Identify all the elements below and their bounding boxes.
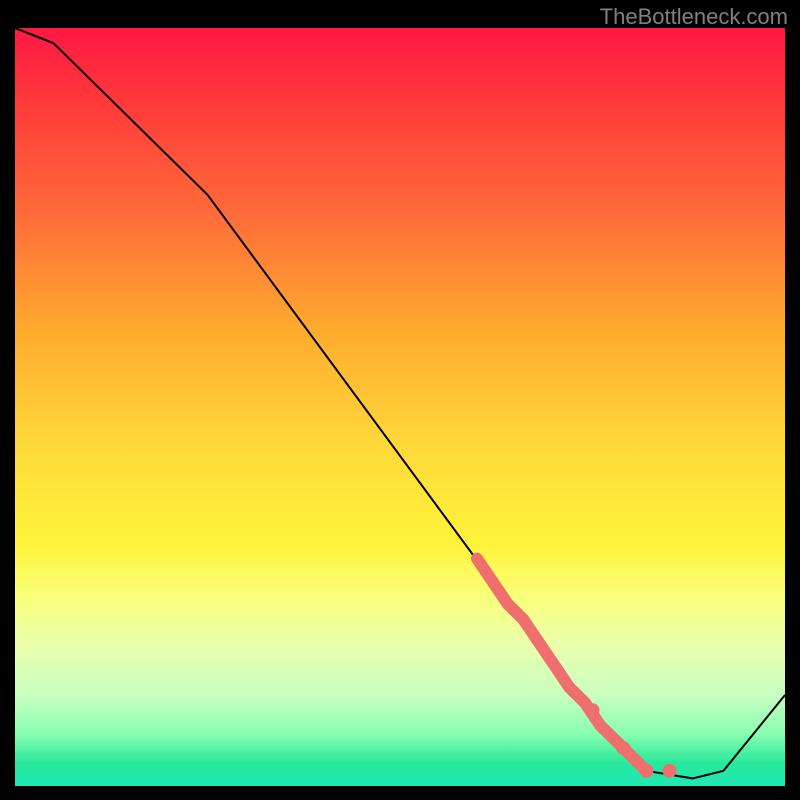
highlight-dot (616, 741, 630, 755)
chart-svg (15, 28, 785, 786)
highlight-dot (639, 764, 653, 778)
highlight-dot (586, 703, 600, 717)
highlight-band (477, 559, 646, 771)
highlight-dot (663, 764, 677, 778)
watermark-text: TheBottleneck.com (600, 4, 788, 30)
bottleneck-curve-line (15, 28, 785, 778)
